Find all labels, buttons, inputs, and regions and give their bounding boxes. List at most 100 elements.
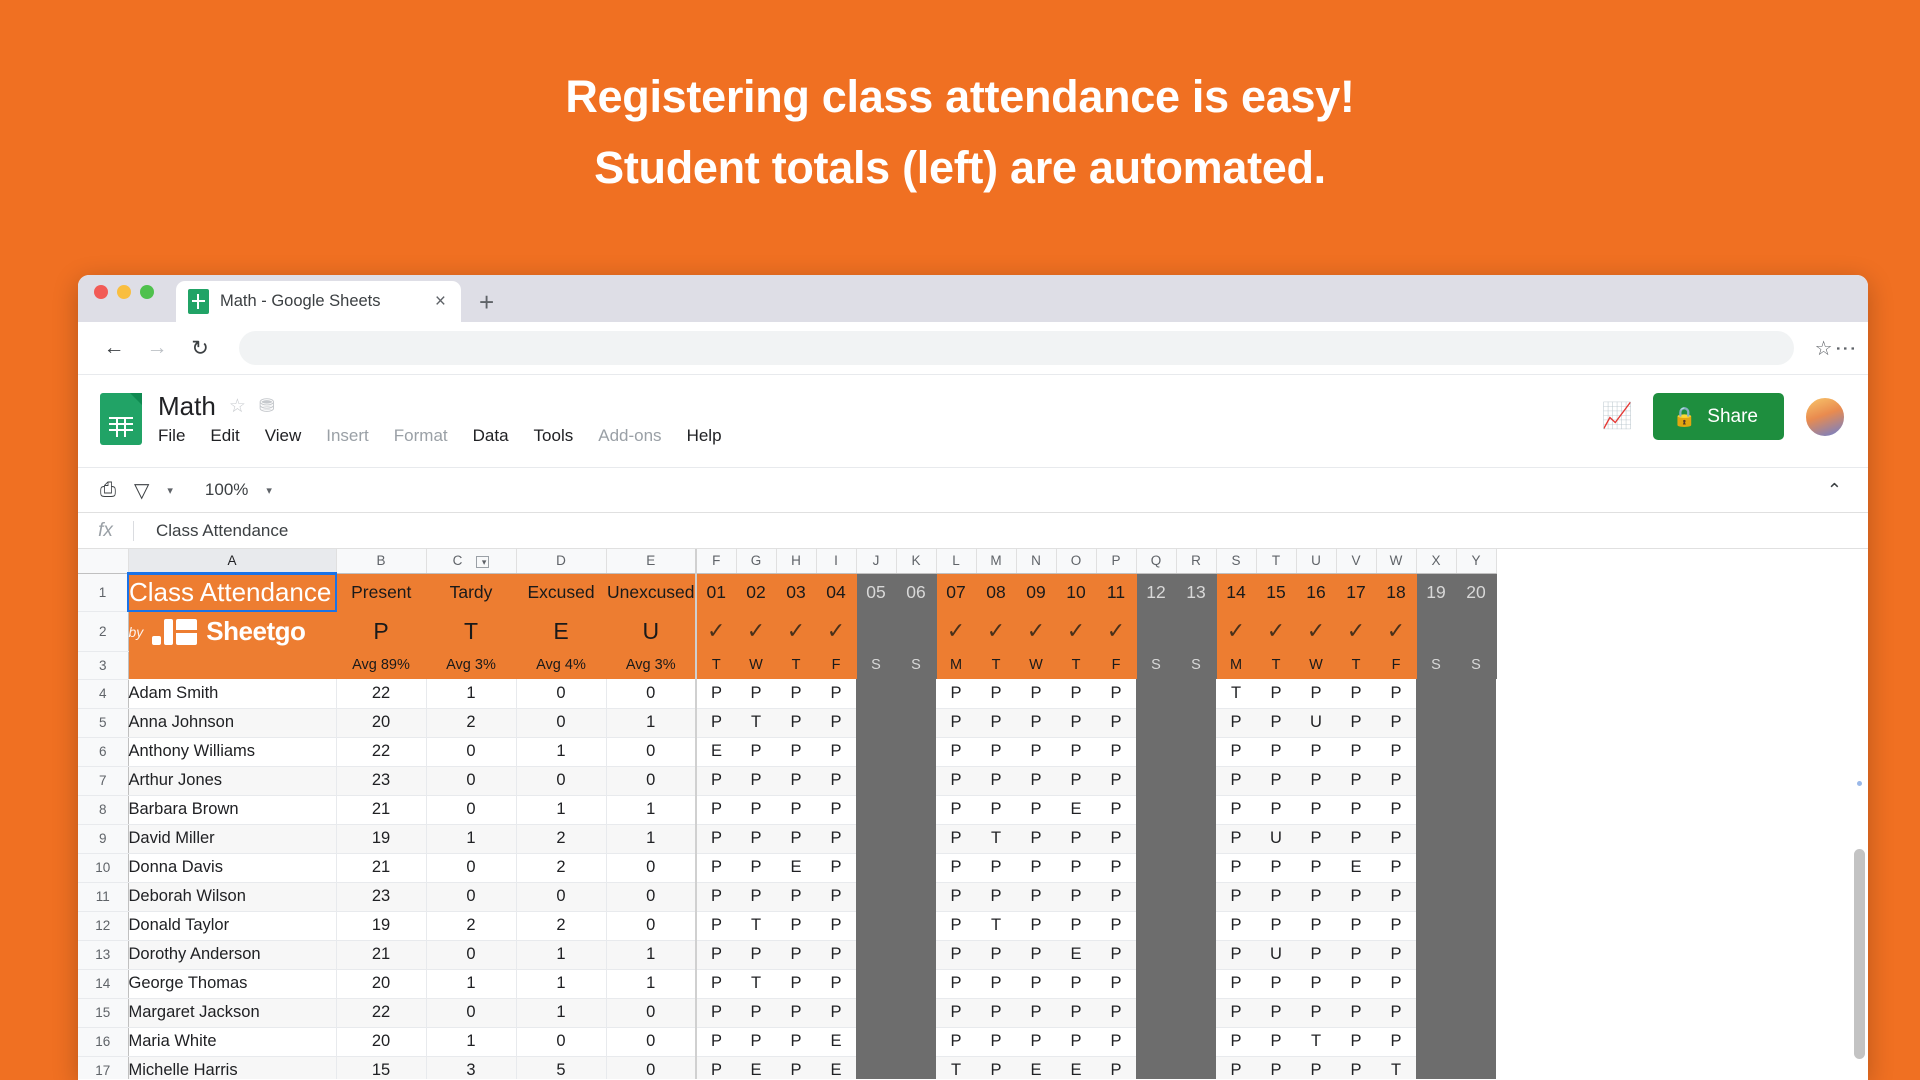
day-header-date-18[interactable]: 18 [1376,573,1417,611]
attendance-mark-cell[interactable] [1456,1027,1496,1057]
attendance-mark-cell[interactable]: P [976,766,1016,796]
total-tardy-cell[interactable]: 1 [426,679,517,709]
attendance-mark-cell[interactable] [1136,911,1176,941]
day-empty-cell[interactable] [1456,611,1497,651]
attendance-mark-cell[interactable]: P [1376,998,1416,1028]
attendance-mark-cell[interactable]: P [976,969,1016,999]
attendance-mark-cell[interactable]: P [1016,882,1056,912]
attendance-mark-cell[interactable] [1416,737,1456,767]
attendance-mark-cell[interactable]: P [1296,824,1336,854]
address-bar[interactable] [239,331,1794,365]
total-tardy-cell[interactable]: 2 [426,911,517,941]
attendance-mark-cell[interactable]: P [1376,940,1416,970]
total-present-cell[interactable]: 23 [336,882,427,912]
attendance-mark-cell[interactable]: E [695,737,736,767]
attendance-mark-cell[interactable]: P [816,766,856,796]
attendance-mark-cell[interactable] [1176,1027,1216,1057]
attendance-mark-cell[interactable]: P [736,795,776,825]
attendance-mark-cell[interactable]: P [736,766,776,796]
day-header-weekday-07[interactable]: M [936,651,977,679]
attendance-mark-cell[interactable]: P [936,969,976,999]
day-header-weekday-15[interactable]: T [1256,651,1297,679]
attendance-mark-cell[interactable] [1416,940,1456,970]
attendance-mark-cell[interactable]: P [936,940,976,970]
day-header-weekday-20[interactable]: S [1456,651,1497,679]
attendance-mark-cell[interactable]: P [1216,940,1256,970]
table-row[interactable]: 16 Maria White 20 1 0 0 P P P E P P P P P P P T P P [78,1027,1496,1057]
attendance-mark-cell[interactable]: P [936,911,976,941]
attendance-mark-cell[interactable]: P [1096,882,1136,912]
total-excused-cell[interactable]: 5 [516,1056,607,1079]
total-present-cell[interactable]: 19 [336,911,427,941]
row-header-14[interactable]: 14 [78,969,129,999]
attendance-mark-cell[interactable]: P [1216,1056,1256,1079]
attendance-mark-cell[interactable]: T [736,969,776,999]
attendance-mark-cell[interactable] [856,824,896,854]
total-excused-cell[interactable]: 0 [516,679,607,709]
menu-item-view[interactable]: View [265,426,302,446]
total-present-cell[interactable]: 21 [336,853,427,883]
attendance-mark-cell[interactable]: P [1016,969,1056,999]
total-present-cell[interactable]: 20 [336,969,427,999]
total-tardy-cell[interactable]: 1 [426,824,517,854]
print-icon[interactable]: ⎙ [100,479,116,502]
attendance-mark-cell[interactable]: P [695,824,736,854]
attendance-mark-cell[interactable]: P [1096,1056,1136,1079]
attendance-mark-cell[interactable] [856,998,896,1028]
attendance-mark-cell[interactable]: P [1216,708,1256,738]
total-excused-cell[interactable]: 1 [516,940,607,970]
attendance-mark-cell[interactable] [856,737,896,767]
attendance-mark-cell[interactable] [1416,1056,1456,1079]
total-present-cell[interactable]: 23 [336,766,427,796]
day-header-date-15[interactable]: 15 [1256,573,1297,611]
attendance-mark-cell[interactable]: P [1216,882,1256,912]
attendance-mark-cell[interactable] [1136,853,1176,883]
total-average-tardy[interactable]: Avg 3% [426,651,517,679]
row-header-17[interactable]: 17 [78,1056,129,1079]
total-unexcused-cell[interactable]: 0 [606,737,697,767]
attendance-mark-cell[interactable] [1456,766,1496,796]
attendance-mark-cell[interactable]: P [1376,737,1416,767]
check-icon[interactable]: ✓ [1296,611,1337,651]
attendance-mark-cell[interactable]: P [1336,969,1376,999]
attendance-mark-cell[interactable] [1136,1056,1176,1079]
student-name-cell[interactable]: Deborah Wilson [128,882,337,912]
attendance-mark-cell[interactable]: P [1296,737,1336,767]
attendance-mark-cell[interactable] [896,1056,936,1079]
total-header-tardy[interactable]: Tardy [426,573,517,611]
attendance-mark-cell[interactable]: P [1376,882,1416,912]
attendance-mark-cell[interactable] [1456,969,1496,999]
attendance-mark-cell[interactable] [856,766,896,796]
attendance-mark-cell[interactable]: P [1336,795,1376,825]
attendance-mark-cell[interactable]: P [695,795,736,825]
attendance-mark-cell[interactable]: T [976,824,1016,854]
attendance-mark-cell[interactable]: P [1256,911,1296,941]
attendance-mark-cell[interactable]: P [1216,853,1256,883]
attendance-mark-cell[interactable]: T [976,911,1016,941]
day-header-date-05[interactable]: 05 [856,573,897,611]
attendance-mark-cell[interactable]: P [776,1027,816,1057]
column-header-i[interactable]: I [816,549,857,574]
day-header-weekday-17[interactable]: T [1336,651,1377,679]
total-present-cell[interactable]: 19 [336,824,427,854]
total-excused-cell[interactable]: 0 [516,882,607,912]
attendance-mark-cell[interactable]: T [936,1056,976,1079]
attendance-mark-cell[interactable]: P [1336,882,1376,912]
column-header-u[interactable]: U [1296,549,1337,574]
total-unexcused-cell[interactable]: 1 [606,795,697,825]
row-header-11[interactable]: 11 [78,882,129,912]
column-header-e[interactable]: E [606,549,697,574]
attendance-mark-cell[interactable]: P [1216,766,1256,796]
day-header-weekday-12[interactable]: S [1136,651,1177,679]
student-name-cell[interactable]: Anna Johnson [128,708,337,738]
total-excused-cell[interactable]: 2 [516,824,607,854]
day-header-weekday-05[interactable]: S [856,651,897,679]
attendance-mark-cell[interactable]: E [1056,795,1096,825]
menu-item-format[interactable]: Format [394,426,448,446]
attendance-mark-cell[interactable]: P [695,708,736,738]
attendance-mark-cell[interactable]: P [1096,911,1136,941]
day-empty-cell[interactable] [856,611,897,651]
menu-item-file[interactable]: File [158,426,185,446]
attendance-mark-cell[interactable]: P [1056,737,1096,767]
attendance-mark-cell[interactable]: P [976,679,1016,709]
